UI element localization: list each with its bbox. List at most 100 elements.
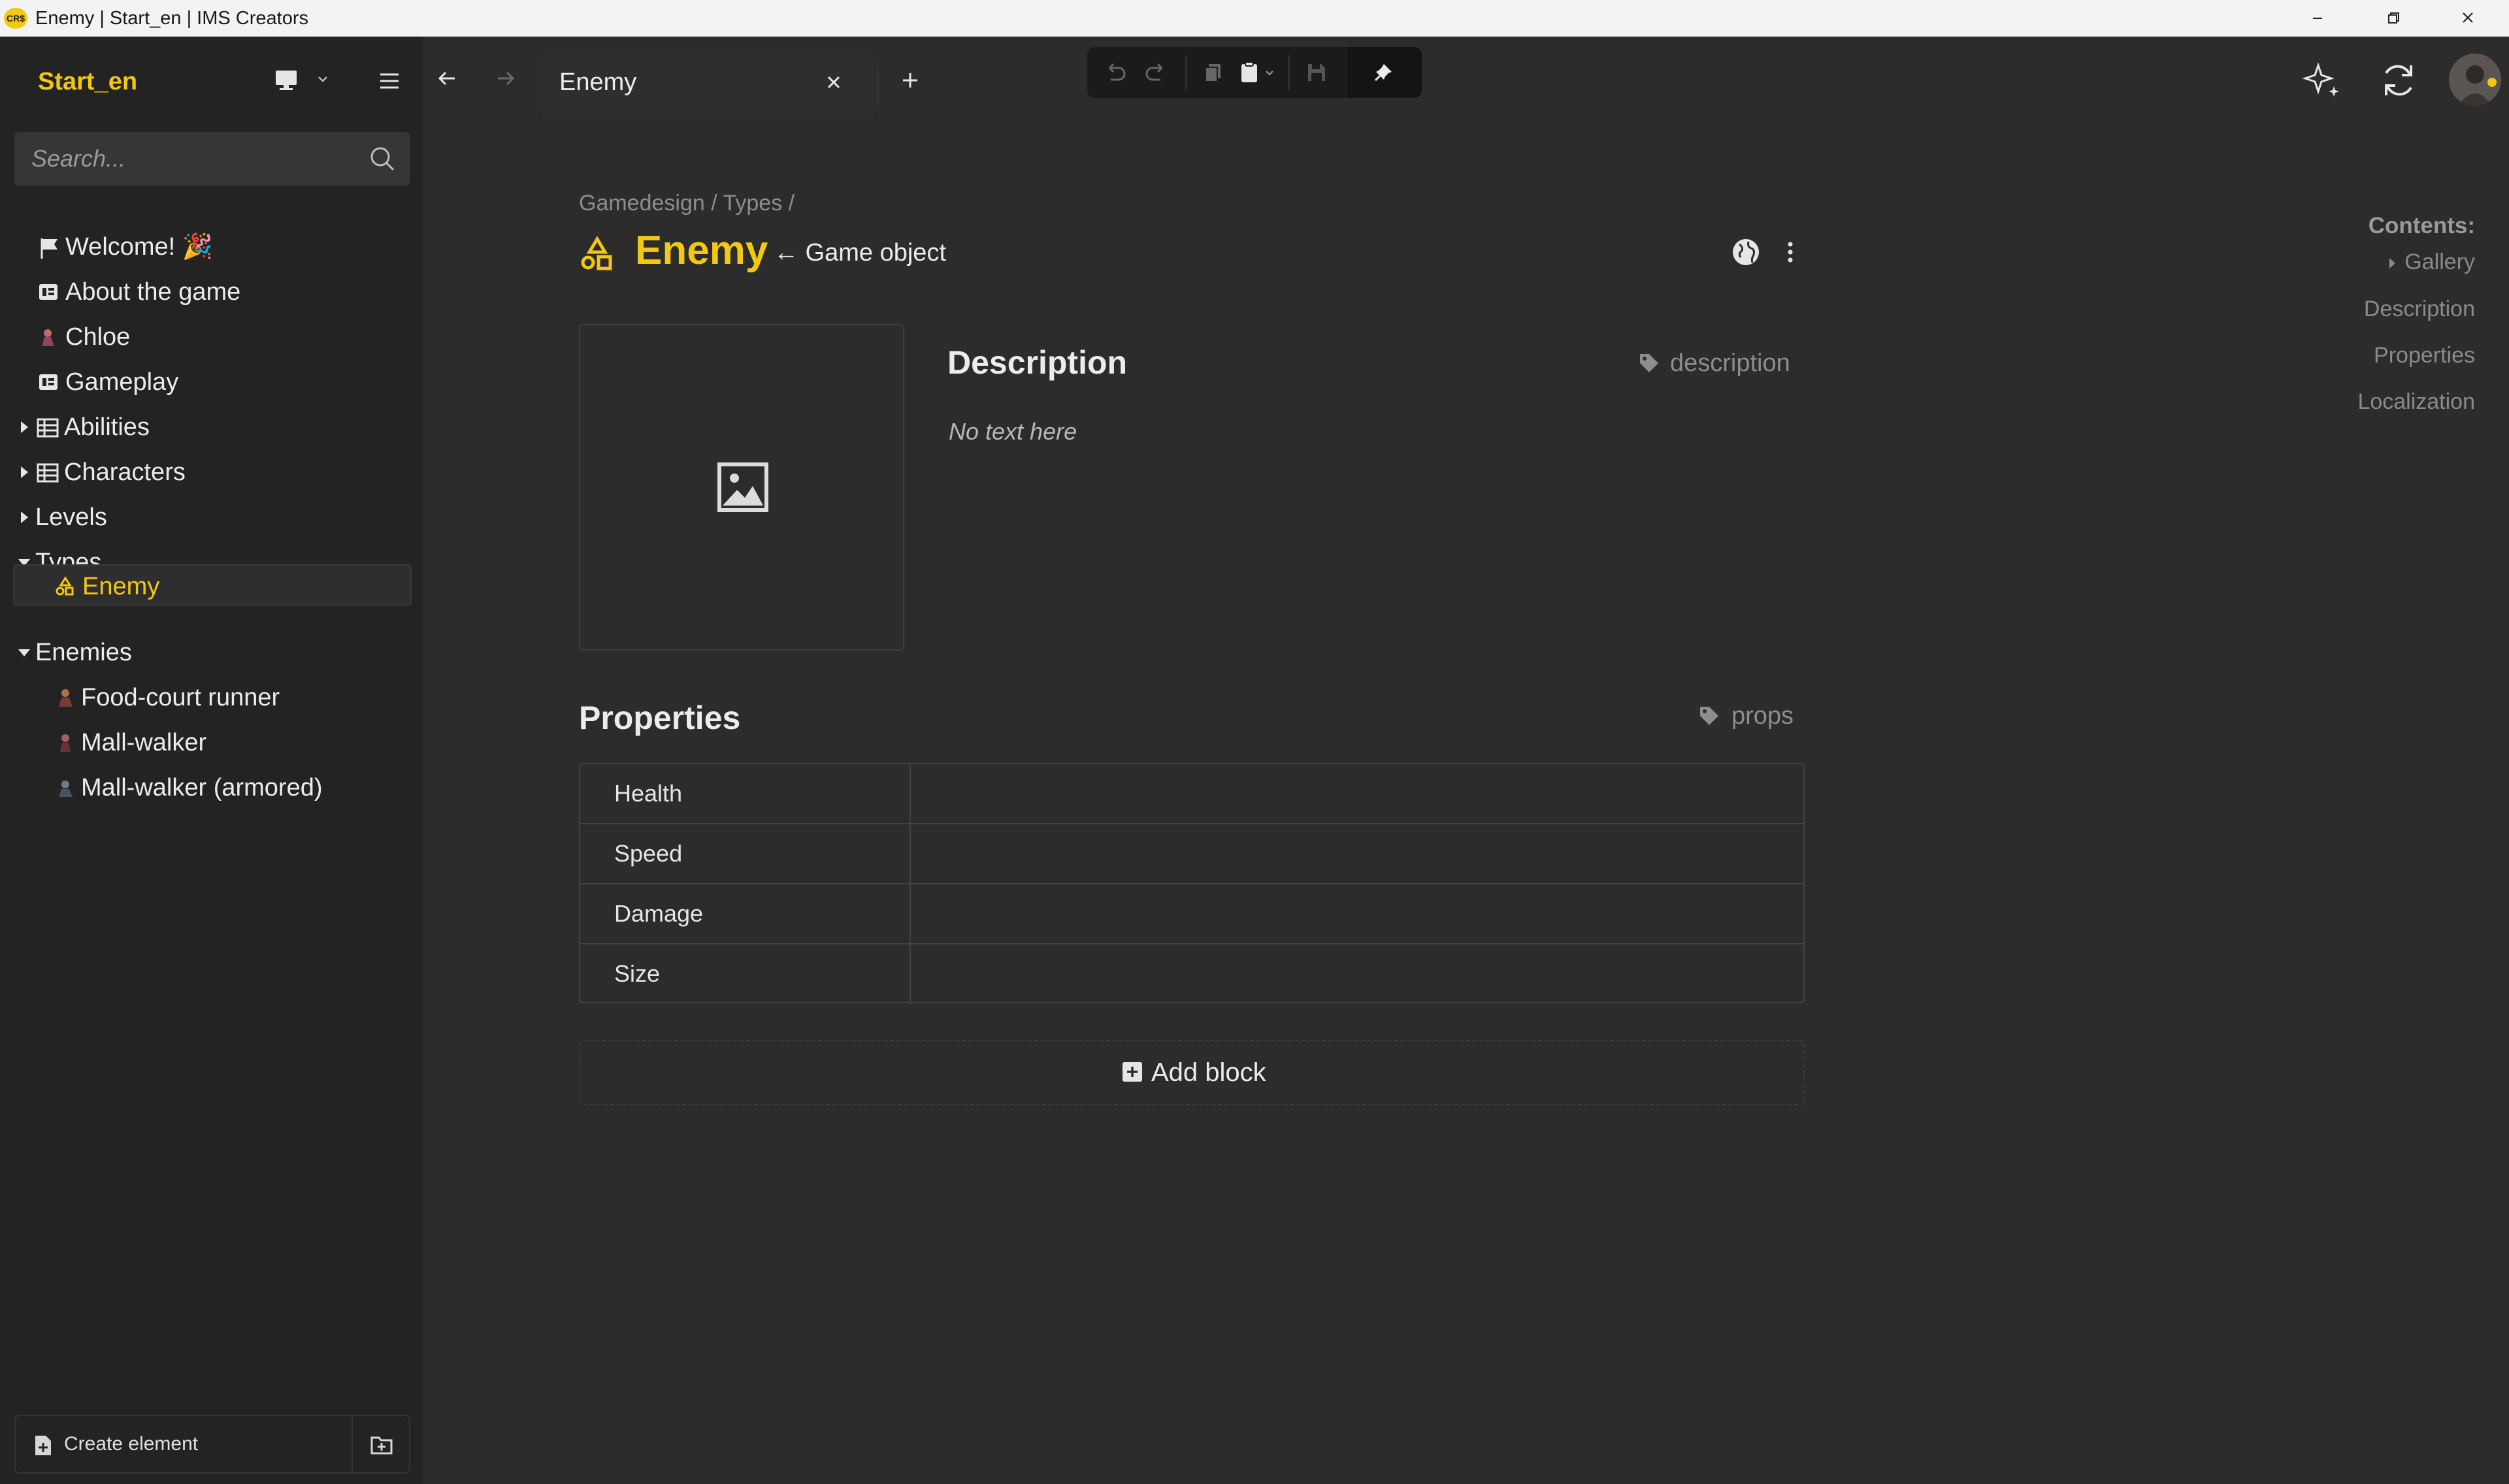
- table-icon: [37, 418, 59, 438]
- minimize-button[interactable]: [2282, 0, 2353, 37]
- property-value[interactable]: [911, 944, 1803, 1005]
- copy-icon[interactable]: [1198, 57, 1228, 88]
- image-placeholder-icon: [717, 462, 768, 512]
- minimize-icon: [2313, 18, 2322, 19]
- property-value[interactable]: [911, 764, 1803, 824]
- undo-icon[interactable]: [1100, 57, 1130, 88]
- search-box: [14, 132, 410, 186]
- character-avatar-icon: [59, 689, 73, 707]
- tree-item-label: Gameplay: [65, 368, 179, 396]
- more-options-icon[interactable]: [1777, 236, 1803, 268]
- properties-heading: Properties: [579, 700, 741, 736]
- gallery-placeholder[interactable]: [579, 324, 904, 651]
- tree-item-label: Abilities: [64, 413, 150, 441]
- toc-label: Gallery: [2404, 250, 2475, 274]
- caret-right-icon[interactable]: [21, 466, 28, 478]
- caret-right-icon[interactable]: [21, 511, 28, 523]
- property-name[interactable]: Health: [580, 764, 911, 824]
- caret-right-icon[interactable]: [21, 421, 28, 433]
- redo-icon[interactable]: [1141, 57, 1171, 88]
- caret-down-icon[interactable]: [18, 649, 30, 656]
- plus-icon: [903, 73, 917, 88]
- flag-icon: [41, 238, 57, 259]
- arrow-left-icon: [438, 71, 455, 86]
- search-input[interactable]: [14, 132, 361, 186]
- sync-button[interactable]: [2376, 57, 2421, 103]
- breadcrumb[interactable]: Gamedesign / Types /: [579, 191, 795, 216]
- tree-item-label: Food-court runner: [81, 684, 280, 711]
- table-row: Size: [580, 944, 1803, 1005]
- close-window-button[interactable]: [2432, 0, 2504, 37]
- description-text[interactable]: No text here: [949, 418, 1077, 445]
- tag-icon: [1700, 707, 1718, 725]
- contents-title: Contents:: [2368, 213, 2475, 238]
- save-icon[interactable]: [1302, 57, 1332, 88]
- sidebar-menu-button[interactable]: [372, 67, 406, 95]
- caret-right-icon: [2389, 258, 2396, 269]
- hamburger-icon: [380, 73, 399, 89]
- globe-icon[interactable]: [1730, 236, 1762, 268]
- restore-icon: [2388, 12, 2399, 24]
- toolbar-divider: [1185, 55, 1187, 90]
- document-icon: [39, 374, 57, 390]
- tree-item-label: Levels: [35, 504, 107, 531]
- window-title-bar: CR$ Enemy | Start_en | IMS Creators: [0, 0, 2509, 37]
- toc-item-gallery[interactable]: Gallery: [2389, 250, 2475, 275]
- description-tag[interactable]: description: [1637, 349, 1799, 378]
- refresh-icon: [2385, 65, 2412, 96]
- shapes-icon: [56, 576, 74, 596]
- user-avatar[interactable]: [2449, 54, 2501, 106]
- close-tab-icon[interactable]: [821, 69, 847, 95]
- pin-button[interactable]: [1347, 47, 1422, 98]
- restore-button[interactable]: [2356, 0, 2428, 37]
- tree-item-label: About the game: [65, 278, 241, 306]
- view-mode-dropdown[interactable]: [269, 61, 341, 98]
- sidebar: Start_en Welcome! 🎉 About the game Chloe…: [0, 37, 423, 1484]
- tab-divider: [877, 68, 878, 107]
- back-button[interactable]: [431, 63, 464, 95]
- new-tab-button[interactable]: [895, 65, 925, 95]
- properties-tag[interactable]: props: [1697, 702, 1802, 730]
- close-icon: [2463, 12, 2473, 23]
- property-value[interactable]: [911, 884, 1803, 944]
- tree-item-label: Characters: [64, 459, 186, 486]
- tree-item-label: Enemies: [35, 639, 132, 666]
- chevron-down-icon: [318, 76, 327, 82]
- sparkle-icon: [2302, 62, 2339, 97]
- create-element-button[interactable]: Create element: [14, 1415, 353, 1474]
- tree-item-label: Welcome! 🎉: [65, 233, 214, 261]
- tag-label: description: [1670, 349, 1790, 377]
- chevron-down-icon: [1266, 71, 1273, 76]
- toc-item-localization[interactable]: Localization: [2357, 389, 2475, 415]
- add-folder-icon: [370, 1436, 393, 1455]
- property-name[interactable]: Damage: [580, 884, 911, 944]
- tree-item-label: Chloe: [65, 323, 131, 351]
- tree-item-enemy[interactable]: Enemy: [13, 564, 412, 606]
- forward-button[interactable]: [490, 63, 523, 95]
- tag-icon: [1640, 354, 1658, 372]
- property-name[interactable]: Size: [580, 944, 911, 1005]
- toolbar-divider: [1288, 55, 1290, 90]
- document-icon: [39, 284, 57, 300]
- page-title: Enemy: [635, 228, 768, 273]
- character-avatar-icon: [59, 781, 73, 797]
- toc-item-properties[interactable]: Properties: [2374, 343, 2475, 368]
- create-folder-button[interactable]: [353, 1415, 410, 1474]
- search-icon[interactable]: [367, 144, 397, 174]
- arrow-right-icon: [498, 71, 515, 86]
- paste-icon[interactable]: [1235, 57, 1281, 88]
- toc-item-description[interactable]: Description: [2364, 297, 2475, 322]
- table-icon: [37, 463, 59, 483]
- property-name[interactable]: Speed: [580, 824, 911, 884]
- character-avatar-icon: [42, 329, 54, 346]
- pin-icon: [1374, 64, 1392, 82]
- tab-enemy[interactable]: Enemy: [542, 52, 874, 118]
- tree-item-label: Enemy: [82, 573, 160, 600]
- project-name[interactable]: Start_en: [38, 68, 137, 96]
- window-title: Enemy | Start_en | IMS Creators: [35, 8, 308, 29]
- property-value[interactable]: [911, 824, 1803, 884]
- ai-assistant-button[interactable]: [2300, 57, 2346, 103]
- avatar-image: [2458, 65, 2497, 106]
- add-block-button[interactable]: Add block: [579, 1040, 1805, 1105]
- type-link[interactable]: ← Game object: [774, 239, 946, 267]
